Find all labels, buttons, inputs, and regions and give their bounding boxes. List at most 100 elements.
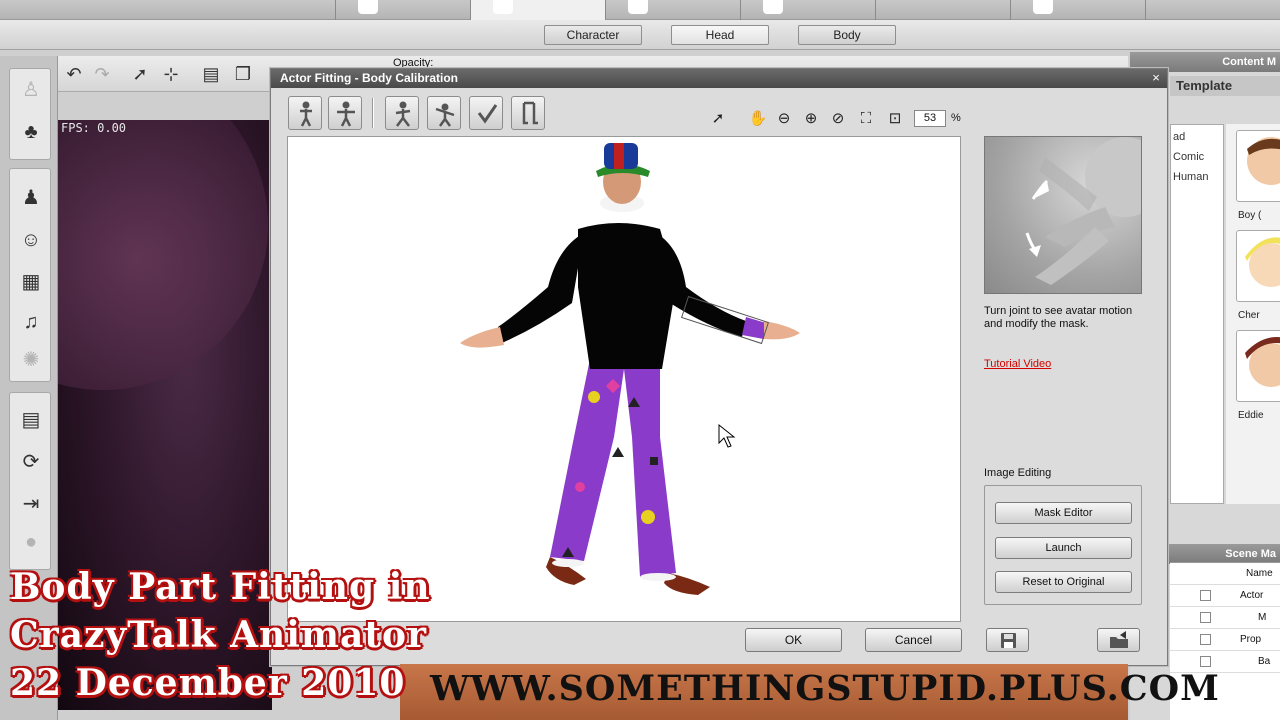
- joint-hint-text: Turn joint to see avatar motion and modi…: [984, 305, 1133, 330]
- spotlight: [58, 120, 268, 390]
- head-button[interactable]: Head: [671, 25, 769, 45]
- fit-selection-icon[interactable]: ⊡: [885, 109, 905, 129]
- image-editing-group: Mask Editor Launch Reset to Original: [984, 485, 1142, 605]
- music-icon[interactable]: ♫: [18, 309, 44, 335]
- image-editing-label: Image Editing: [984, 467, 1052, 479]
- website-url: WWW.SOMETHINGSTUPID.PLUS.COM: [430, 668, 1220, 709]
- tree-prop-icon[interactable]: ♣: [18, 119, 44, 145]
- joint-rotation-illustration: [1025, 137, 1141, 285]
- dialog-title: Actor Fitting - Body Calibration: [271, 69, 1167, 88]
- mode-bar: Character Head Body: [0, 20, 1280, 50]
- cancel-button[interactable]: Cancel: [865, 628, 962, 652]
- tab-icon: [358, 0, 378, 14]
- scene-row-label: M: [1258, 612, 1267, 623]
- pose-tpose-button[interactable]: [328, 96, 362, 130]
- tool-group-1: ♙ ♣: [9, 68, 51, 160]
- visibility-checkbox[interactable]: [1200, 612, 1211, 623]
- launch-button[interactable]: Launch: [995, 537, 1132, 559]
- figure-walk-icon: [395, 101, 411, 127]
- transform-icon[interactable]: ⊹: [160, 63, 182, 85]
- character-button[interactable]: Character: [544, 25, 642, 45]
- top-tab-1[interactable]: [335, 0, 470, 20]
- fit-view-icon[interactable]: ⛶: [856, 109, 876, 129]
- mask-editor-button[interactable]: Mask Editor: [995, 502, 1132, 524]
- tree-item-comic[interactable]: Comic: [1173, 151, 1204, 163]
- top-tab-5[interactable]: [875, 0, 1010, 20]
- thumbnail-label: Boy (: [1238, 210, 1262, 221]
- open-folder-button[interactable]: [1097, 628, 1140, 652]
- rotate-icon[interactable]: ⟳: [18, 449, 44, 475]
- scene-row-label: Actor: [1240, 590, 1264, 601]
- zoom-in-icon[interactable]: ⊕: [801, 109, 821, 129]
- save-button[interactable]: [986, 628, 1029, 652]
- eddie-face-icon: [1245, 337, 1280, 387]
- visibility-checkbox[interactable]: [1200, 656, 1211, 667]
- pose-front-button[interactable]: [288, 96, 322, 130]
- caption-line-2: CrazyTalk Animator: [10, 614, 427, 656]
- top-tab-7[interactable]: [1145, 0, 1280, 20]
- pose-legs-button[interactable]: [511, 96, 545, 130]
- girl-face-icon: [1245, 237, 1280, 287]
- top-tab-6[interactable]: [1010, 0, 1145, 20]
- select-arrow-icon[interactable]: ➚: [129, 63, 151, 85]
- cursor-move-icon[interactable]: ⇥: [18, 491, 44, 517]
- scene-row[interactable]: Prop: [1170, 629, 1280, 651]
- reset-to-original-button[interactable]: Reset to Original: [995, 571, 1132, 593]
- motion-icon: [628, 0, 648, 14]
- template-label: Template: [1170, 76, 1280, 96]
- scene-row-label: Ba: [1258, 656, 1271, 667]
- top-tab-motion[interactable]: [605, 0, 740, 20]
- tab-icon: [763, 0, 783, 14]
- zoom-out-icon[interactable]: ⊖: [774, 109, 794, 129]
- close-icon[interactable]: ×: [1149, 70, 1163, 86]
- scene-row[interactable]: Actor: [1170, 585, 1280, 607]
- hand-pan-icon[interactable]: ✋: [748, 109, 768, 129]
- boy-face-icon: [1247, 137, 1280, 185]
- undo-icon[interactable]: ↶: [63, 63, 85, 85]
- template-tree: ad Comic Human: [1170, 124, 1224, 504]
- pose-walk-button[interactable]: [385, 96, 419, 130]
- top-tab-actor[interactable]: [470, 0, 605, 20]
- visibility-checkbox[interactable]: [1200, 634, 1211, 645]
- tool-group-3: ▤ ⟳ ⇥ ●: [9, 392, 51, 570]
- body-button[interactable]: Body: [798, 25, 896, 45]
- template-thumbnails: Boy ( Cher Eddie: [1226, 124, 1280, 504]
- layer-icon[interactable]: ▤: [200, 63, 222, 85]
- thumbnail-boy[interactable]: [1236, 130, 1280, 202]
- actor-tool-icon[interactable]: ♙: [18, 77, 44, 103]
- reset-view-icon[interactable]: ⊘: [828, 109, 848, 129]
- effects-icon[interactable]: ✺: [18, 347, 44, 373]
- tab-icon: [1033, 0, 1053, 14]
- hand-check-icon: [477, 104, 498, 124]
- body-tool-icon[interactable]: ♟: [18, 185, 44, 211]
- actor-icon: [493, 0, 513, 14]
- scene-row[interactable]: M: [1170, 607, 1280, 629]
- pose-hand-button[interactable]: [469, 96, 503, 130]
- top-tab-4[interactable]: [740, 0, 875, 20]
- thumbnail-cher[interactable]: [1236, 230, 1280, 302]
- duplicate-icon[interactable]: ❐: [232, 63, 254, 85]
- zoom-input[interactable]: 53: [914, 110, 946, 127]
- pose-arms-button[interactable]: [427, 96, 461, 130]
- ok-button[interactable]: OK: [745, 628, 842, 652]
- zoom-percent-label: %: [951, 112, 961, 124]
- figure-tpose-icon: [337, 101, 355, 127]
- caption-line-3: 22 December 2010: [10, 662, 406, 704]
- tool-group-2: ♟ ☺ ▦ ♫ ✺: [9, 168, 51, 382]
- fitting-canvas[interactable]: [287, 136, 961, 622]
- scene-icon[interactable]: ▦: [18, 269, 44, 295]
- select-cursor-icon[interactable]: ➚: [708, 109, 728, 129]
- caption-line-1: Body Part Fitting in: [10, 566, 431, 608]
- record-icon[interactable]: ●: [18, 529, 44, 555]
- script-icon[interactable]: ▤: [18, 407, 44, 433]
- tutorial-video-link[interactable]: Tutorial Video: [984, 358, 1051, 370]
- floppy-save-icon: [1001, 633, 1016, 648]
- portrait-icon[interactable]: ☺: [18, 227, 44, 253]
- thumbnail-eddie[interactable]: [1236, 330, 1280, 402]
- tree-item-human[interactable]: Human: [1173, 171, 1208, 183]
- legs-icon: [522, 101, 538, 125]
- folder-open-icon: [1110, 631, 1128, 648]
- visibility-checkbox[interactable]: [1200, 590, 1211, 601]
- redo-icon[interactable]: ↷: [91, 63, 113, 85]
- tree-item[interactable]: ad: [1173, 131, 1185, 143]
